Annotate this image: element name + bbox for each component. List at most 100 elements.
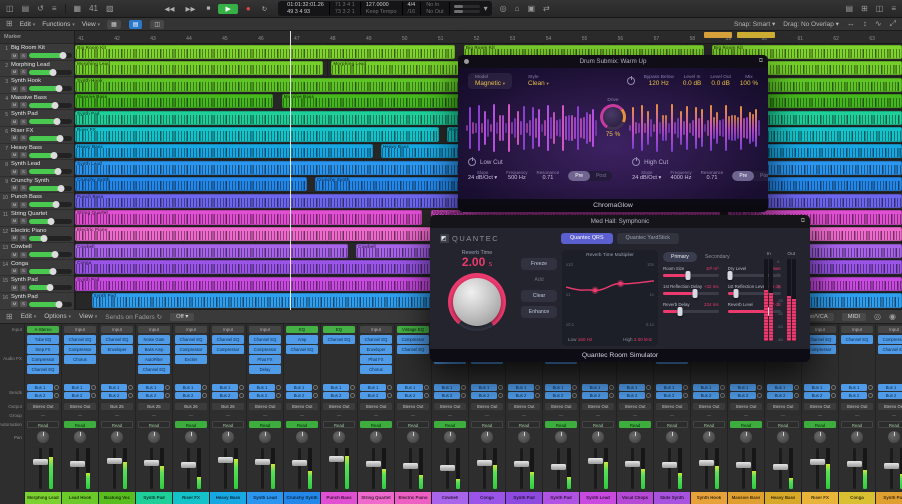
send-slot[interactable]: Bus 2 [878,392,902,399]
automation-mode-button[interactable]: Read [730,421,762,428]
channel-fader[interactable] [99,445,135,492]
solo-button[interactable]: S [20,53,27,59]
high-cut-pre-post-toggle[interactable]: Pre Post [732,171,768,181]
send-slot[interactable]: Bus 2 [64,392,90,399]
channel-output-slot[interactable]: Bus 25 [101,403,133,410]
fader-cap[interactable] [699,460,714,466]
automation-mode-button[interactable]: Read [434,421,466,428]
audio-fx-slot[interactable]: Channel EQ [101,335,133,344]
pan-knob[interactable] [222,431,234,443]
send-level-knob[interactable] [387,385,392,390]
send-slot[interactable]: Bus 1 [360,384,386,391]
pan-knob[interactable] [703,431,715,443]
channel-output-slot[interactable]: Bus 26 [175,403,207,410]
marker-region[interactable] [704,32,733,38]
low-cut-pre-post-toggle[interactable]: Pre Post [568,171,612,181]
channel-output-slot[interactable]: Stereo Out [64,403,96,410]
audio-fx-slot[interactable]: Channel EQ [138,365,170,374]
send-slot[interactable]: Bus 1 [249,384,275,391]
send-level-knob[interactable] [313,385,318,390]
high-cut-frequency[interactable]: Frequency 4000 Hz [670,170,691,181]
high-cut-slope[interactable]: Slope 24 dB/Oct ▾ [632,170,661,181]
send-slot[interactable]: Bus 1 [27,384,53,391]
slider-track[interactable] [663,292,719,295]
channel-output-slot[interactable]: Stereo Out [27,403,59,410]
track-header[interactable]: 10Punch BassMS [0,193,74,210]
automation-mode-button[interactable]: Read [582,421,614,428]
send-slot[interactable]: Bus 2 [101,392,127,399]
lcd-display[interactable]: 01:01:32:01.26 49 3 4 93 71 3 4 1 73 3 2… [278,1,492,16]
channel-group-slot[interactable]: — [432,411,468,419]
slider-handle[interactable] [728,271,733,280]
lcd-position[interactable]: 01:01:32:01.26 49 3 4 93 [282,2,330,15]
channel-output-slot[interactable]: Stereo Out [471,403,503,410]
tab-secondary[interactable]: Secondary [703,252,732,262]
channel-output-slot[interactable]: Stereo Out [397,403,429,410]
lcd-signature[interactable]: 4/4 /16 [403,2,422,15]
track-volume-slider[interactable] [29,136,72,141]
pencil-tool-icon[interactable]: ▨ [106,4,114,14]
channel-name[interactable]: Conga [839,492,875,504]
channel-fader[interactable] [284,445,320,492]
send-slot[interactable]: Bus 1 [471,384,497,391]
lcd-locators[interactable]: 71 3 4 1 73 3 2 1 [330,2,361,15]
automation-view-icon[interactable]: ▤ [129,20,143,29]
channel-input-slot[interactable]: Input [841,326,873,333]
track-volume-slider[interactable] [29,70,72,75]
channel-group-slot[interactable]: — [691,411,727,419]
channel-name[interactable]: Punch Bass [321,492,357,504]
zoom-h-icon[interactable]: ↔ [847,19,855,29]
channel-name[interactable]: Cowbell [432,492,468,504]
send-slot[interactable]: Bus 1 [286,384,312,391]
high-cut-power-icon[interactable] [632,158,640,166]
window-handle-icon[interactable] [464,59,469,64]
fader-cap[interactable] [292,460,307,466]
send-slot[interactable]: Bus 2 [804,392,830,399]
graph-low-field[interactable]: Low 160 Hz [568,337,592,342]
lcd-beats[interactable]: 49 3 4 93 [287,9,324,16]
audio-fx-slot[interactable]: Amp [286,335,318,344]
automation-mode-button[interactable]: Read [101,421,133,428]
low-cut-power-icon[interactable] [468,158,476,166]
audio-fx-slot[interactable]: Channel EQ [323,335,355,344]
channel-output-slot[interactable]: Bus 26 [212,403,244,410]
track-volume-slider[interactable] [29,103,72,108]
clear-button[interactable]: Clear [521,290,557,302]
send-level-knob[interactable] [239,385,244,390]
fader-cap[interactable] [810,459,825,465]
channel-strip[interactable]: InputChannel EQCompressorExciterBus 1Bus… [173,324,210,504]
channel-group-slot[interactable]: — [876,411,902,419]
channel-fader[interactable] [543,445,579,492]
parameter-value[interactable]: 10³ m³ [706,266,719,271]
channel-output-slot[interactable]: Stereo Out [434,403,466,410]
channel-name[interactable]: Heavy Bass [210,492,246,504]
mute-button[interactable]: M [11,169,18,175]
audio-fx-slot[interactable]: Compressor [64,345,96,354]
channel-input-slot[interactable]: EQ [286,326,318,333]
pan-knob[interactable] [444,431,456,443]
solo-button[interactable]: S [20,135,27,141]
channel-output-slot[interactable]: Stereo Out [286,403,318,410]
slider-track[interactable] [663,274,719,277]
send-level-knob[interactable] [313,393,318,398]
solo-button[interactable]: S [20,268,27,274]
channel-strip[interactable]: EQAmpChannel EQBus 1Bus 2Stereo Out—Read… [284,324,321,504]
channel-input-slot[interactable]: Input [101,326,133,333]
replace-icon[interactable]: ⇄ [543,4,550,14]
send-level-knob[interactable] [128,385,133,390]
mute-button[interactable]: M [11,202,18,208]
lcd-tempo-mode[interactable]: Keep Tempo [366,9,397,16]
send-level-knob[interactable] [461,393,466,398]
bypass-power-icon[interactable] [627,77,635,85]
slider-handle[interactable] [677,307,682,316]
functions-menu[interactable]: Functions ▾ [42,21,75,28]
audio-region[interactable]: Crunchy Synth [75,177,307,191]
channel-input-slot[interactable]: EQ [323,326,355,333]
reverb-time-knob[interactable] [448,273,506,331]
fader-cap[interactable] [403,463,418,469]
audio-fx-slot[interactable]: Chorus [64,355,96,364]
channel-fader[interactable] [469,445,505,492]
lcd-midi-out[interactable]: No Out [426,9,443,16]
send-slot[interactable]: Bus 1 [64,384,90,391]
send-slot[interactable]: Bus 1 [582,384,608,391]
